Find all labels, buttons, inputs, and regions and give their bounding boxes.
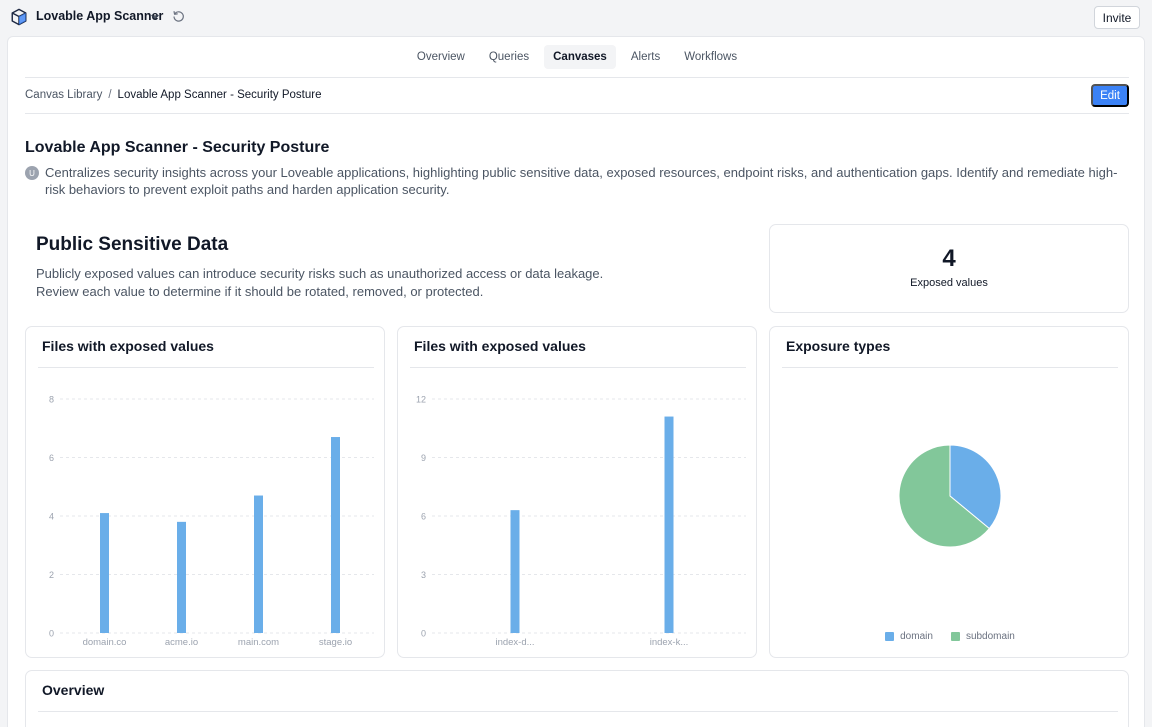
stat-value: 4 bbox=[942, 245, 956, 272]
y-tick-label: 6 bbox=[49, 453, 54, 463]
bar-chart: 0 3 6 9 12 index-d... index-k... bbox=[416, 395, 746, 648]
bar-chart: 0 2 4 6 8 domain.co acme.io main.com stage.io bbox=[49, 395, 374, 648]
main-panel: Overview Queries Canvases Alerts Workflo… bbox=[7, 36, 1145, 727]
bar bbox=[331, 437, 340, 633]
bar bbox=[664, 416, 674, 633]
y-tick-label: 0 bbox=[421, 629, 426, 639]
bar bbox=[510, 510, 520, 633]
legend-label: subdomain bbox=[965, 631, 1015, 642]
author-avatar: U bbox=[25, 166, 39, 180]
chevron-down-icon[interactable] bbox=[150, 12, 160, 22]
overview-title: Overview bbox=[42, 682, 105, 698]
legend-item-domain[interactable]: domain bbox=[885, 631, 933, 642]
y-tick-label: 2 bbox=[49, 570, 54, 580]
divider bbox=[38, 711, 1118, 712]
x-tick-label: acme.io bbox=[165, 637, 198, 648]
divider bbox=[25, 77, 1129, 78]
legend-item-subdomain[interactable]: subdomain bbox=[950, 631, 1015, 642]
pie-chart bbox=[898, 444, 1002, 548]
legend-swatch bbox=[885, 632, 895, 641]
top-bar: Lovable App Scanner Invite bbox=[0, 0, 1152, 35]
page-title: Lovable App Scanner - Security Posture bbox=[25, 139, 330, 156]
x-tick-label: domain.co bbox=[83, 637, 127, 648]
tab-workflows[interactable]: Workflows bbox=[675, 45, 746, 69]
section-title: Public Sensitive Data bbox=[36, 234, 229, 255]
section-description: Publicly exposed values can introduce se… bbox=[36, 265, 736, 300]
breadcrumb-separator: / bbox=[108, 89, 112, 101]
x-tick-label: index-d... bbox=[495, 637, 534, 648]
exposure-types-pie-card: Exposure types domain subdomain bbox=[769, 326, 1129, 658]
stat-label: Exposed values bbox=[910, 277, 988, 289]
y-tick-label: 8 bbox=[49, 395, 54, 405]
refresh-icon[interactable] bbox=[172, 10, 185, 23]
invite-button[interactable]: Invite bbox=[1094, 6, 1140, 29]
cube-logo-icon bbox=[11, 8, 27, 26]
bar bbox=[177, 521, 186, 633]
x-tick-label: stage.io bbox=[319, 637, 352, 648]
overview-card: Overview bbox=[25, 670, 1129, 727]
bar bbox=[254, 495, 263, 633]
x-tick-label: main.com bbox=[238, 637, 279, 648]
legend-label: domain bbox=[900, 631, 933, 642]
y-tick-label: 0 bbox=[49, 629, 54, 639]
breadcrumb-current: Lovable App Scanner - Security Posture bbox=[117, 89, 322, 101]
breadcrumb: Canvas Library / Lovable App Scanner - S… bbox=[25, 89, 321, 101]
edit-button[interactable]: Edit bbox=[1091, 84, 1129, 107]
y-tick-label: 3 bbox=[421, 570, 426, 580]
tab-canvases[interactable]: Canvases bbox=[544, 45, 616, 69]
y-tick-label: 12 bbox=[416, 395, 426, 405]
divider bbox=[25, 113, 1129, 114]
bar bbox=[100, 513, 109, 633]
legend-swatch bbox=[950, 632, 960, 641]
breadcrumb-canvas-library[interactable]: Canvas Library bbox=[25, 89, 102, 101]
y-tick-label: 9 bbox=[421, 453, 426, 463]
tab-alerts[interactable]: Alerts bbox=[622, 45, 669, 69]
tab-queries[interactable]: Queries bbox=[480, 45, 538, 69]
files-bar-chart-card: Files with exposed values 0 2 4 6 8 domain.co… bbox=[25, 326, 385, 658]
app-name[interactable]: Lovable App Scanner bbox=[36, 9, 163, 23]
exposed-values-stat-card: 4 Exposed values bbox=[769, 224, 1129, 313]
y-tick-label: 6 bbox=[421, 512, 426, 522]
files-bar-chart-card: Files with exposed values 0 3 6 9 12 index-d.… bbox=[397, 326, 757, 658]
x-tick-label: index-k... bbox=[650, 637, 689, 648]
chart-legend: domain subdomain bbox=[770, 631, 1130, 642]
tab-overview[interactable]: Overview bbox=[408, 45, 474, 69]
y-tick-label: 4 bbox=[49, 512, 54, 522]
page-description: Centralizes security insights across you… bbox=[45, 165, 1118, 197]
section-description-line: Review each value to determine if it sho… bbox=[36, 283, 484, 299]
tab-bar: Overview Queries Canvases Alerts Workflo… bbox=[8, 45, 1146, 70]
section-description-line: Publicly exposed values can introduce se… bbox=[36, 266, 604, 281]
